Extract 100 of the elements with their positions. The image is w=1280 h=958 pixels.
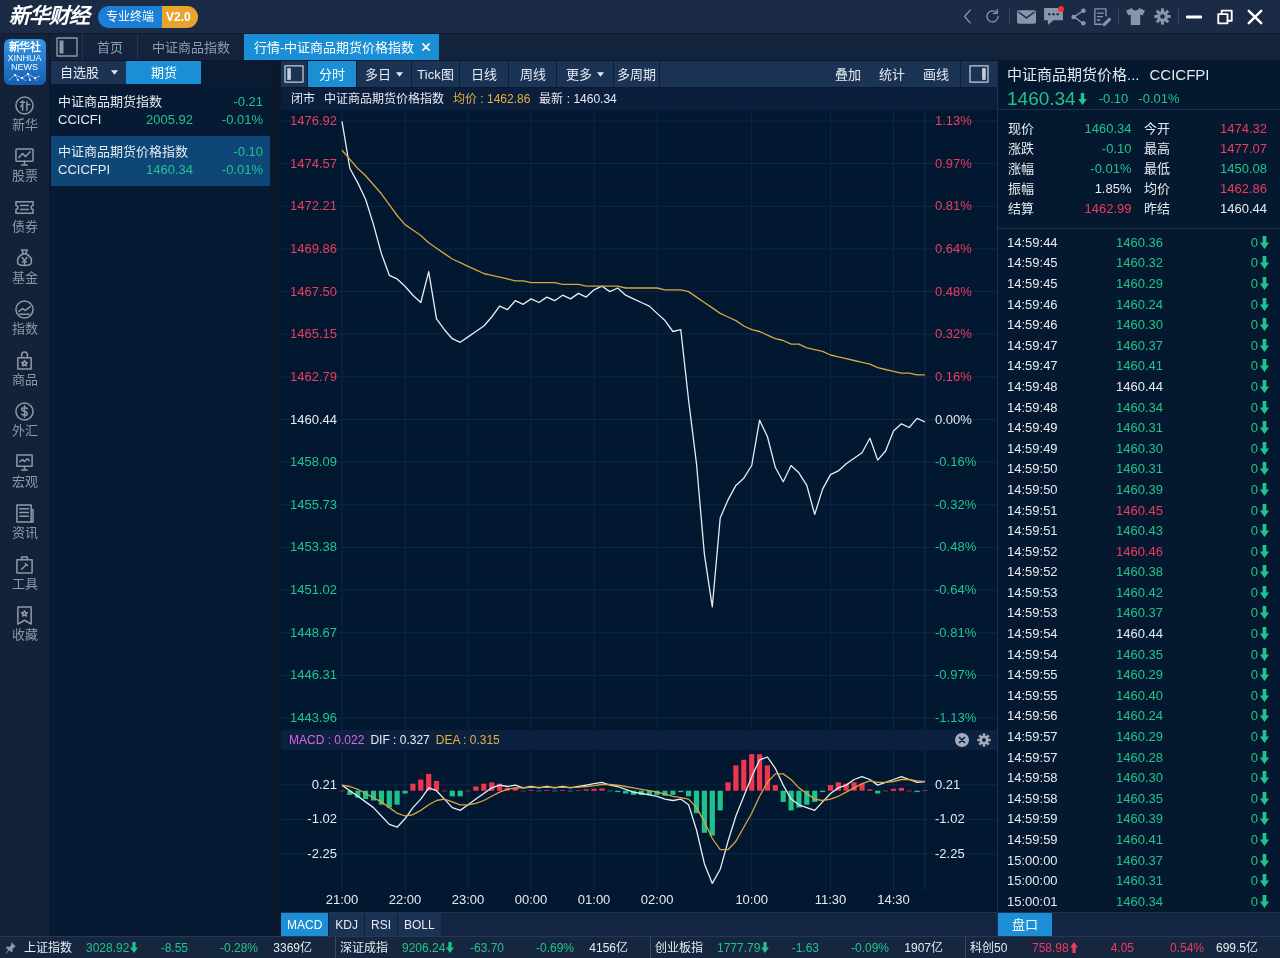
- trade-price: 1460.39: [1116, 812, 1163, 826]
- percent-axis-label: -0.97%: [935, 667, 977, 684]
- trade-price: 1460.35: [1116, 791, 1163, 805]
- price-axis-label: 1443.96: [289, 710, 337, 726]
- trade-time: 14:59:59: [1007, 812, 1059, 826]
- trade-volume: 0: [1250, 585, 1258, 599]
- time-axis-label: 14:30: [876, 892, 911, 908]
- price-axis-label: 1467.50: [289, 283, 337, 300]
- stat-label: 涨幅: [1008, 161, 1034, 175]
- trade-time: 14:59:48: [1007, 400, 1059, 414]
- trade-time: 14:59:58: [1007, 791, 1059, 805]
- index-price: 1777.79: [717, 941, 761, 954]
- index-change-percent: -0.69%: [534, 941, 574, 954]
- index-change: -63.70: [468, 941, 504, 954]
- trade-volume: 0: [1250, 544, 1258, 558]
- trade-volume: 0: [1250, 235, 1258, 249]
- trade-time: 14:59:59: [1007, 833, 1059, 846]
- macd-axis-label: -2.25: [935, 845, 965, 862]
- price-axis-label: 1448.67: [289, 624, 337, 641]
- trade-price: 1460.42: [1116, 585, 1163, 599]
- trade-price: 1460.29: [1116, 730, 1163, 744]
- trade-price: 1460.30: [1116, 441, 1163, 455]
- trade-volume: 0: [1250, 524, 1258, 538]
- time-axis-label: 10:00: [734, 892, 769, 908]
- stat-label: 结算: [1008, 201, 1034, 215]
- trade-volume: 0: [1250, 379, 1258, 393]
- percent-axis-label: 0.48%: [935, 283, 972, 300]
- index-name: 创业板指: [655, 941, 704, 954]
- time-axis-label: 21:00: [324, 892, 360, 908]
- change-percent: -0.01%: [220, 162, 263, 176]
- percent-axis-label: 0.00%: [935, 411, 972, 428]
- price-axis-label: 1455.73: [289, 496, 337, 513]
- stat-label: 均价: [1143, 181, 1170, 195]
- trade-time: 14:59:47: [1007, 338, 1059, 352]
- change-value: -0.10: [233, 144, 263, 158]
- time-axis-label: 00:00: [513, 892, 549, 908]
- price-axis-label: 1458.09: [289, 454, 337, 471]
- trade-time: 14:59:51: [1007, 524, 1059, 538]
- trade-time: 14:59:56: [1007, 709, 1059, 723]
- trade-volume: 0: [1250, 771, 1258, 785]
- trade-price: 1460.31: [1116, 421, 1163, 435]
- price-axis-label: 1462.79: [289, 368, 337, 385]
- index-name: 科创50: [970, 941, 1009, 954]
- trade-time: 14:59:57: [1007, 730, 1059, 744]
- trade-time: 14:59:58: [1007, 771, 1059, 785]
- stat-value: 1474.32: [1220, 121, 1267, 135]
- trade-volume: 0: [1250, 277, 1258, 290]
- trade-time: 14:59:50: [1007, 482, 1059, 496]
- trade-price: 1460.41: [1116, 359, 1163, 373]
- stat-label: 最高: [1143, 141, 1170, 155]
- trade-volume: 0: [1250, 627, 1258, 641]
- trade-volume: 0: [1250, 668, 1258, 682]
- stat-value: -0.01%: [1090, 161, 1132, 175]
- trade-volume: 0: [1250, 400, 1258, 414]
- trade-volume: 0: [1250, 833, 1258, 846]
- index-change-percent: 0.54%: [1168, 941, 1204, 954]
- index-price: 9206.24: [402, 941, 446, 954]
- time-axis-label: 01:00: [576, 892, 612, 908]
- instrument-code: CCICFI: [58, 112, 103, 126]
- stat-label: 最低: [1143, 161, 1170, 175]
- trade-time: 15:00:00: [1007, 853, 1059, 867]
- time-axis-label: 11:30: [813, 892, 848, 908]
- price-axis-label: 1472.21: [289, 198, 337, 215]
- trade-volume: 0: [1250, 791, 1258, 805]
- average-price: 均价 : 1462.86: [453, 93, 531, 105]
- price-axis-label: 1460.44: [289, 411, 337, 428]
- trade-volume: 0: [1250, 297, 1258, 311]
- trade-price: 1460.40: [1116, 688, 1163, 702]
- trade-price: 1460.24: [1116, 297, 1163, 311]
- trade-price: 1460.37: [1116, 853, 1163, 867]
- trade-price: 1460.30: [1116, 771, 1163, 785]
- trade-price: 1460.45: [1116, 503, 1163, 517]
- trade-price: 1460.28: [1116, 750, 1163, 764]
- trade-volume: 0: [1250, 359, 1258, 373]
- index-turnover: 699.5亿: [1214, 941, 1258, 954]
- percent-axis-label: -0.16%: [935, 454, 977, 471]
- trade-volume: 0: [1250, 730, 1258, 744]
- index-price: 3028.92: [86, 941, 130, 954]
- change-value: -0.21: [233, 94, 263, 108]
- price-value: 1460.34: [146, 162, 193, 176]
- trade-price: 1460.46: [1116, 544, 1163, 558]
- edition-badge: 专业终端: [98, 5, 162, 28]
- instrument-name: 中证商品期货指数: [58, 94, 162, 108]
- index-turnover: 4156亿: [588, 941, 628, 954]
- trade-volume: 0: [1250, 688, 1258, 702]
- trade-time: 14:59:55: [1007, 688, 1059, 702]
- trade-time: 14:59:52: [1007, 544, 1059, 558]
- macd-axis-label: 0.21: [935, 776, 961, 793]
- index-turnover: 1907亿: [903, 941, 943, 954]
- trade-volume: 0: [1250, 750, 1258, 764]
- price-axis-label: 1453.38: [289, 539, 337, 556]
- trade-price: 1460.24: [1116, 709, 1163, 723]
- price-axis-label: 1451.02: [289, 582, 337, 599]
- time-axis-label: 23:00: [450, 892, 486, 908]
- trade-price: 1460.44: [1116, 379, 1163, 393]
- instrument-name: 中证商品期货价格指数: [324, 93, 444, 105]
- index-price: 758.98: [1032, 941, 1069, 954]
- stat-value: 1460.44: [1220, 201, 1267, 215]
- percent-axis-label: -0.32%: [935, 496, 977, 513]
- price-axis-label: 1476.92: [289, 113, 337, 129]
